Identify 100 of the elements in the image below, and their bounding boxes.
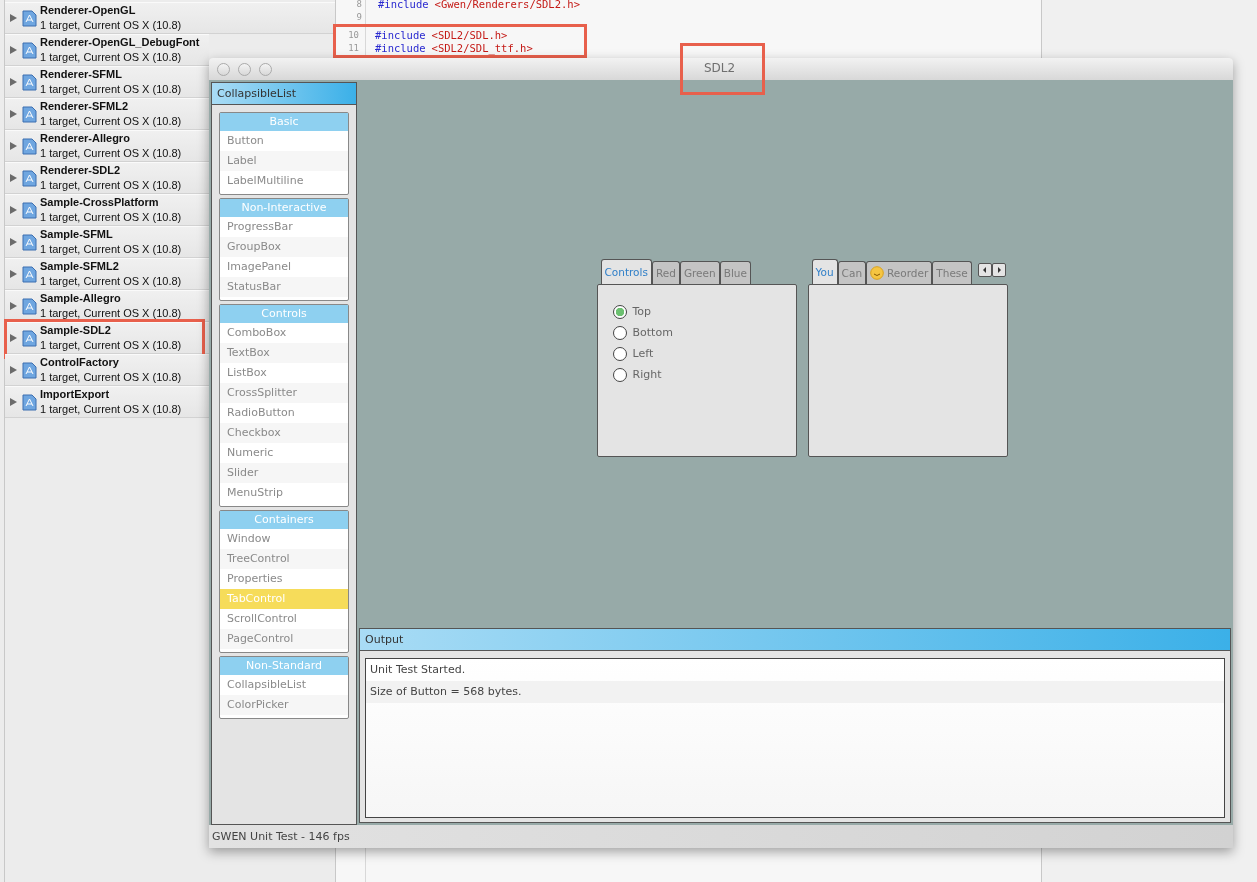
list-item[interactable]: Label [220,151,348,171]
project-detail: 1 target, Current OS X (10.8) [40,50,183,65]
project-name: Sample-SFML [40,227,114,242]
project-icon [22,41,37,59]
disclosure-triangle-icon[interactable] [10,366,17,374]
disclosure-triangle-icon[interactable] [10,334,17,342]
disclosure-triangle-icon[interactable] [10,142,17,150]
tab[interactable]: Can [837,261,867,284]
disclosure-triangle-icon[interactable] [10,270,17,278]
line-number: 11 [347,42,359,55]
project-name: Sample-SFML2 [40,259,120,274]
list-item[interactable]: Checkbox [220,423,348,443]
project-icon [22,9,37,27]
scroll-left-button[interactable] [977,263,992,277]
list-item[interactable]: PageControl [220,629,348,649]
project-row[interactable]: Sample-Allegro 1 target, Current OS X (10.8) [5,290,209,322]
tab[interactable]: You [811,259,838,284]
project-icon [22,265,37,283]
tab[interactable]: Blue [719,261,751,284]
project-detail: 1 target, Current OS X (10.8) [40,178,182,193]
disclosure-triangle-icon[interactable] [10,398,17,406]
list-item[interactable]: TreeControl [220,549,348,569]
project-detail: 1 target, Current OS X (10.8) [40,402,182,417]
smiley-icon [870,266,885,280]
project-icon [22,201,37,219]
list-item[interactable]: TextBox [220,343,348,363]
project-name: Renderer-OpenGL_DebugFont [40,35,200,50]
project-row[interactable]: Renderer-OpenGL_DebugFont 1 target, Current OS X (10.8) [5,34,209,66]
project-detail: 1 target, Current OS X (10.8) [40,146,182,161]
status-bar: GWEN Unit Test - 146 fps [209,825,1233,848]
project-icon [22,169,37,187]
project-detail: 1 target, Current OS X (10.8) [40,210,182,225]
disclosure-triangle-icon[interactable] [10,174,17,182]
code-keyword: #include [375,42,426,54]
project-detail: 1 target, Current OS X (10.8) [40,306,182,321]
disclosure-triangle-icon[interactable] [10,78,17,86]
tab[interactable]: Controls [600,259,652,284]
radio-button[interactable] [612,367,627,382]
line-number: 8 [355,0,362,11]
line-number: 9 [355,11,362,24]
project-row[interactable]: ControlFactory 1 target, Current OS X (10.8) [5,354,209,386]
list-item[interactable]: StatusBar [220,277,348,297]
project-row[interactable]: Renderer-SFML 1 target, Current OS X (10.8) [5,66,209,98]
panel-header: CollapsibleList [212,83,356,105]
project-icon [22,137,37,155]
list-item[interactable]: ColorPicker [220,695,348,715]
project-name: ControlFactory [40,355,120,370]
disclosure-triangle-icon[interactable] [10,14,17,22]
project-icon [22,73,37,91]
radio-label: Right [632,368,662,381]
project-name: Renderer-SDL2 [40,163,122,178]
output-line: Unit Test Started. [369,662,467,678]
scroll-right-button[interactable] [991,263,1006,277]
project-row[interactable]: Renderer-Allegro 1 target, Current OS X (10.8) [5,130,209,162]
line-number: 10 [347,29,359,42]
project-row[interactable]: Sample-SFML2 1 target, Current OS X (10.8) [5,258,209,290]
tab[interactable]: Green [679,261,720,284]
radio-label: Bottom [632,326,673,339]
radio-label: Top [632,305,652,318]
radio-button[interactable] [612,325,627,340]
code-keyword: #include [375,29,426,41]
project-name: Renderer-OpenGL [40,3,137,18]
radio-button[interactable] [612,304,627,319]
radio-label: Left [632,347,654,360]
tab[interactable]: These [932,261,972,284]
project-row[interactable]: Renderer-SFML2 1 target, Current OS X (10.8) [5,98,209,130]
disclosure-triangle-icon[interactable] [10,206,17,214]
project-detail: 1 target, Current OS X (10.8) [40,370,182,385]
project-icon [22,329,37,347]
project-row[interactable]: Renderer-SDL2 1 target, Current OS X (10.8) [5,162,209,194]
list-item[interactable]: Slider [220,463,348,483]
disclosure-triangle-icon[interactable] [10,302,17,310]
project-row[interactable]: Sample-SFML 1 target, Current OS X (10.8) [5,226,209,258]
project-icon [22,105,37,123]
disclosure-triangle-icon[interactable] [10,110,17,118]
list-item[interactable]: GroupBox [220,237,348,257]
code-keyword: #include [378,0,429,10]
project-icon [22,393,37,411]
disclosure-triangle-icon[interactable] [10,46,17,54]
tab[interactable]: Reorder [866,261,933,284]
project-detail: 1 target, Current OS X (10.8) [40,114,182,129]
code-string: <SDL2/SDL.h> [431,29,508,41]
project-row[interactable]: Sample-CrossPlatform 1 target, Current OS X (10.8) [5,194,209,226]
project-icon [22,297,37,315]
project-row[interactable]: Renderer-OpenGL 1 target, Current OS X (10.8) [5,2,335,34]
project-name: ImportExport [40,387,111,402]
window-title: SDL2 [704,61,736,75]
panel-header: Output [360,629,1230,651]
project-name: Sample-Allegro [40,291,122,306]
project-row[interactable]: ImportExport 1 target, Current OS X (10.8) [5,386,209,418]
project-icon [22,233,37,251]
disclosure-triangle-icon[interactable] [10,238,17,246]
project-detail: 1 target, Current OS X (10.8) [40,82,182,97]
project-icon [22,361,37,379]
project-name: Renderer-SFML2 [40,99,130,114]
project-name: Sample-CrossPlatform [40,195,160,210]
code-string: <Gwen/Renderers/SDL2.h> [434,0,580,10]
radio-button[interactable] [612,346,627,361]
tab[interactable]: Red [651,261,680,284]
list-item[interactable]: CrossSplitter [220,383,348,403]
